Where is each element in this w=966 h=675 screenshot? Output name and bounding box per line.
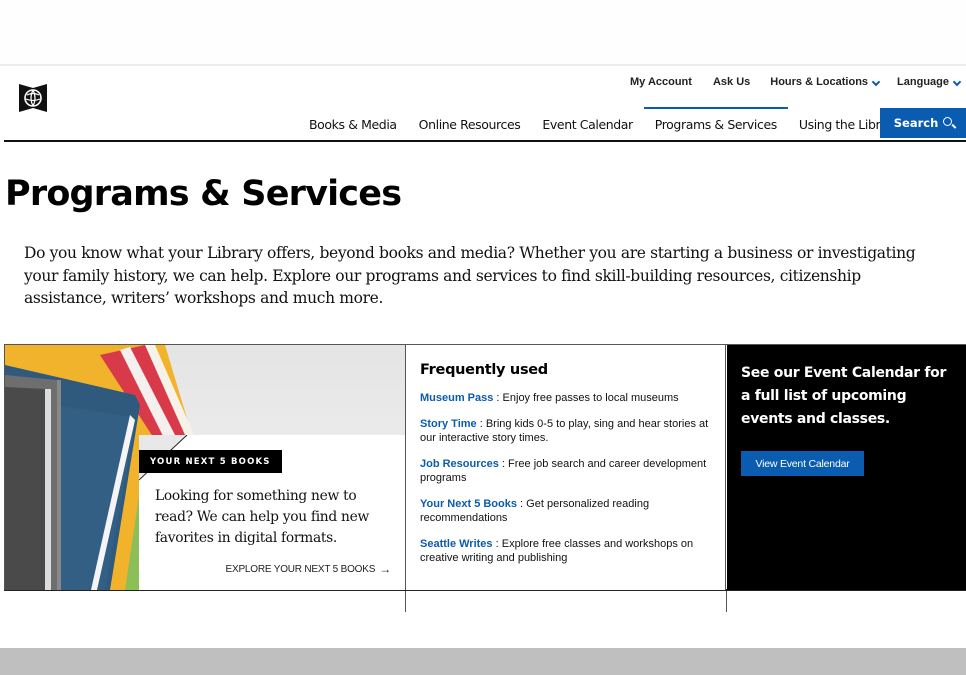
view-event-calendar-button[interactable]: View Event Calendar: [741, 451, 864, 476]
search-button-label: Search: [893, 116, 939, 130]
utility-ask-us-link[interactable]: Ask Us: [713, 76, 750, 88]
chevron-down-icon: [952, 77, 962, 87]
story-time-link[interactable]: Story Time: [420, 418, 477, 430]
event-panel-text: See our Event Calendar for a full list o…: [741, 365, 947, 427]
utility-nav: My Account Ask Us Hours & Locations Lang…: [630, 74, 966, 90]
your-next-5-books-link[interactable]: Your Next 5 Books: [420, 498, 517, 510]
utility-link-label: Language: [897, 76, 949, 88]
nav-divider: [4, 140, 966, 142]
utility-link-label: Ask Us: [712, 76, 751, 88]
nav-online-resources[interactable]: Online Resources: [408, 107, 532, 141]
list-item: Story Time : Bring kids 0-5 to play, sin…: [420, 417, 720, 446]
your-next-5-books-promo[interactable]: YOUR NEXT 5 BOOKS Looking for something …: [4, 345, 405, 590]
top-divider: [0, 64, 966, 66]
main-nav: Books & Media Online Resources Event Cal…: [298, 107, 910, 141]
chevron-down-icon: [871, 77, 881, 87]
event-calendar-panel: See our Event Calendar for a full list o…: [727, 345, 966, 590]
job-resources-link[interactable]: Job Resources: [420, 458, 499, 470]
utility-language-dropdown[interactable]: Language: [897, 76, 962, 88]
utility-link-label: Hours & Locations: [770, 76, 869, 88]
nav-programs-services[interactable]: Programs & Services: [643, 107, 788, 141]
explore-link-label: EXPLORE YOUR NEXT 5 BOOKS: [225, 563, 376, 575]
utility-link-label: My Account: [630, 76, 692, 88]
explore-next-5-books-link[interactable]: EXPLORE YOUR NEXT 5 BOOKS →: [226, 562, 392, 576]
utility-my-account-link[interactable]: My Account: [630, 76, 692, 88]
museum-pass-link[interactable]: Museum Pass: [420, 392, 493, 404]
frequently-used-title: Frequently used: [420, 362, 548, 378]
nav-event-calendar[interactable]: Event Calendar: [531, 107, 643, 141]
list-item: Seattle Writes : Explore free classes an…: [420, 537, 720, 566]
item-description: : Enjoy free passes to local museums: [493, 392, 679, 404]
seattle-writes-link[interactable]: Seattle Writes: [420, 538, 493, 550]
utility-hours-locations-dropdown[interactable]: Hours & Locations: [770, 76, 881, 88]
list-item: Job Resources : Free job search and care…: [420, 457, 720, 486]
list-item: Museum Pass : Enjoy free passes to local…: [420, 391, 720, 406]
search-button[interactable]: Search: [880, 108, 966, 138]
promo-text: Looking for something new to read? We ca…: [155, 488, 369, 546]
frequently-used-list: Museum Pass : Enjoy free passes to local…: [420, 391, 720, 577]
arrow-right-icon: →: [379, 562, 391, 576]
promo-row: YOUR NEXT 5 BOOKS Looking for something …: [4, 344, 966, 591]
page-title: Programs & Services: [5, 174, 402, 214]
library-globe-logo-icon[interactable]: [19, 84, 47, 112]
top-blank-area: [0, 0, 966, 64]
promo-tag: YOUR NEXT 5 BOOKS: [139, 450, 282, 473]
page-intro: Do you know what your Library offers, be…: [24, 244, 916, 307]
column-divider: [405, 591, 406, 612]
list-item: Your Next 5 Books : Get personalized rea…: [420, 497, 720, 526]
nav-books-media[interactable]: Books & Media: [298, 107, 408, 141]
frequently-used-panel: Frequently used Museum Pass : Enjoy free…: [405, 345, 726, 590]
footer-band: [0, 648, 966, 675]
column-divider: [726, 591, 727, 612]
magnifier-icon: [943, 117, 953, 126]
